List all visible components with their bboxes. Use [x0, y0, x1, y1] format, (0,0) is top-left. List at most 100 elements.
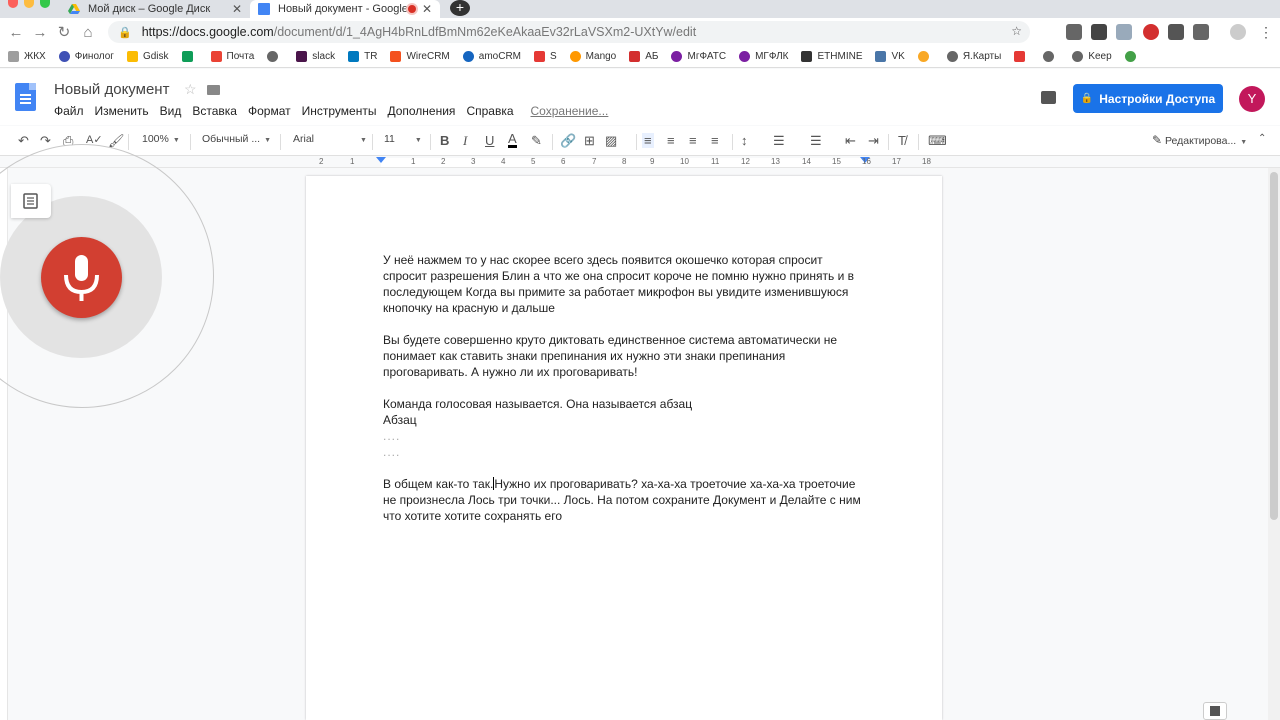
profile-icon[interactable]: [1230, 24, 1246, 40]
close-tab-icon[interactable]: ✕: [232, 2, 242, 16]
bookmark-item[interactable]: [1043, 51, 1059, 62]
decrease-indent-icon[interactable]: ⇤: [845, 133, 856, 149]
back-icon[interactable]: ←: [4, 24, 28, 41]
bookmark-item[interactable]: [1124, 51, 1141, 62]
bookmark-item[interactable]: slack: [296, 51, 335, 62]
document-title[interactable]: Новый документ: [54, 81, 169, 98]
maximize-window-button[interactable]: [40, 0, 50, 8]
menu-insert[interactable]: Вставка: [192, 104, 237, 118]
address-bar[interactable]: 🔒 https://docs.google.com/document/d/1_4…: [108, 21, 1030, 43]
bold-icon[interactable]: B: [440, 133, 449, 148]
font-select[interactable]: Arial ▼: [293, 133, 367, 145]
extension-icon[interactable]: [1066, 24, 1082, 40]
numbered-list-icon[interactable]: ☰: [773, 133, 785, 149]
bookmark-item[interactable]: amoCRM: [462, 51, 521, 62]
increase-indent-icon[interactable]: ⇥: [868, 133, 879, 149]
folder-icon[interactable]: [207, 85, 220, 95]
bookmark-item[interactable]: АБ: [629, 51, 658, 62]
bookmark-item[interactable]: VK: [875, 51, 905, 62]
bookmark-item[interactable]: Я.Карты: [946, 51, 1001, 62]
paragraph[interactable]: У неё нажмем то у нас скорее всего здесь…: [383, 252, 865, 316]
comments-icon[interactable]: [1041, 91, 1056, 104]
bookmark-item[interactable]: ЖКХ: [8, 51, 46, 62]
star-icon[interactable]: ☆: [184, 81, 197, 98]
voice-typing-mic-button[interactable]: [41, 237, 122, 318]
insert-image-icon[interactable]: ▨: [605, 133, 617, 149]
menu-addons[interactable]: Дополнения: [387, 104, 455, 118]
bookmark-item[interactable]: [1014, 51, 1030, 62]
close-window-button[interactable]: [8, 0, 18, 8]
avatar[interactable]: Y: [1239, 86, 1265, 112]
menu-edit[interactable]: Изменить: [95, 104, 149, 118]
bookmark-star-icon[interactable]: ☆: [1011, 24, 1022, 38]
align-justify-icon[interactable]: ≡: [711, 133, 719, 148]
link-icon[interactable]: 🔗: [560, 133, 576, 149]
align-left-icon[interactable]: ≡: [642, 133, 654, 148]
empty-paragraph[interactable]: ....: [383, 444, 865, 460]
left-indent-marker[interactable]: [376, 157, 386, 163]
google-docs-logo-icon[interactable]: [15, 83, 36, 111]
menu-view[interactable]: Вид: [160, 104, 182, 118]
forward-icon[interactable]: →: [28, 24, 52, 41]
bookmark-item[interactable]: S: [534, 51, 557, 62]
home-icon[interactable]: ⌂: [76, 24, 100, 41]
bookmark-item[interactable]: Финолог: [58, 51, 114, 62]
extension-icon[interactable]: [1116, 24, 1132, 40]
bookmark-item[interactable]: Mango: [569, 51, 616, 62]
bulleted-list-icon[interactable]: ☰: [810, 133, 822, 149]
style-select[interactable]: Обычный ... ▼: [202, 133, 271, 145]
tab-google-drive[interactable]: Мой диск – Google Диск ✕: [60, 0, 250, 18]
bookmark-item[interactable]: TR: [348, 51, 377, 62]
extension-icon[interactable]: [1193, 24, 1209, 40]
italic-icon[interactable]: I: [463, 133, 467, 149]
empty-paragraph[interactable]: ....: [383, 428, 865, 444]
menu-format[interactable]: Формат: [248, 104, 291, 118]
align-right-icon[interactable]: ≡: [689, 133, 697, 148]
undo-icon[interactable]: ↶: [18, 133, 29, 149]
close-tab-icon[interactable]: ✕: [422, 2, 432, 16]
horizontal-ruler[interactable]: 2 1 1 2 3 4 5 6 7 8 9 10 11 12 13 14 15 …: [0, 156, 1280, 168]
paragraph[interactable]: Абзац: [383, 412, 865, 428]
minimize-window-button[interactable]: [24, 0, 34, 8]
keyboard-icon[interactable]: ⌨: [928, 133, 947, 149]
extension-icon[interactable]: [1091, 24, 1107, 40]
font-size-select[interactable]: 11 ▼: [384, 133, 422, 145]
zoom-select[interactable]: 100% ▼: [142, 133, 180, 145]
share-button[interactable]: 🔒 Настройки Доступа: [1073, 84, 1223, 113]
menu-help[interactable]: Справка: [466, 104, 513, 118]
line-spacing-icon[interactable]: ↕: [741, 133, 748, 148]
paragraph[interactable]: В общем как-то так.Нужно их проговариват…: [383, 476, 865, 524]
text-color-icon[interactable]: A: [508, 132, 517, 148]
bookmark-item[interactable]: [181, 51, 198, 62]
clear-formatting-icon[interactable]: T̸: [898, 133, 906, 148]
bookmark-item[interactable]: Gdisk: [126, 51, 169, 62]
document-body[interactable]: У неё нажмем то у нас скорее всего здесь…: [383, 252, 865, 540]
opera-icon[interactable]: [1143, 24, 1159, 40]
bookmark-item[interactable]: Keep: [1072, 51, 1112, 62]
scrollbar-thumb[interactable]: [1270, 172, 1278, 520]
bookmark-item[interactable]: МГФЛК: [739, 51, 788, 62]
document-outline-button[interactable]: [11, 184, 51, 218]
bookmark-item[interactable]: ETHMINE: [801, 51, 862, 62]
collapse-toolbar-icon[interactable]: ⌃: [1258, 133, 1266, 144]
more-menu-icon[interactable]: ⋮: [1258, 24, 1274, 40]
editing-mode-select[interactable]: ✎ Редактирова... ▼: [1152, 133, 1247, 147]
underline-icon[interactable]: U: [485, 133, 494, 148]
reload-icon[interactable]: ↻: [52, 23, 76, 41]
redo-icon[interactable]: ↷: [40, 133, 51, 149]
bookmark-item[interactable]: WireCRM: [390, 51, 450, 62]
highlight-icon[interactable]: ✎: [531, 133, 542, 149]
insert-comment-icon[interactable]: ⊞: [584, 133, 595, 149]
explore-icon[interactable]: [1203, 702, 1227, 720]
paragraph[interactable]: Вы будете совершенно круто диктовать еди…: [383, 332, 865, 380]
document-page[interactable]: У неё нажмем то у нас скорее всего здесь…: [306, 176, 942, 720]
new-tab-button[interactable]: +: [450, 0, 470, 16]
bookmark-item[interactable]: Почта: [210, 51, 254, 62]
align-center-icon[interactable]: ≡: [667, 133, 675, 148]
bookmark-item[interactable]: [917, 51, 934, 62]
paragraph[interactable]: Команда голосовая называется. Она называ…: [383, 396, 865, 412]
bookmark-item[interactable]: МгФАТС: [671, 51, 726, 62]
tab-google-docs[interactable]: Новый документ - Google ✕: [250, 0, 440, 18]
extension-icon[interactable]: [1168, 24, 1184, 40]
menu-file[interactable]: Файл: [54, 104, 84, 118]
